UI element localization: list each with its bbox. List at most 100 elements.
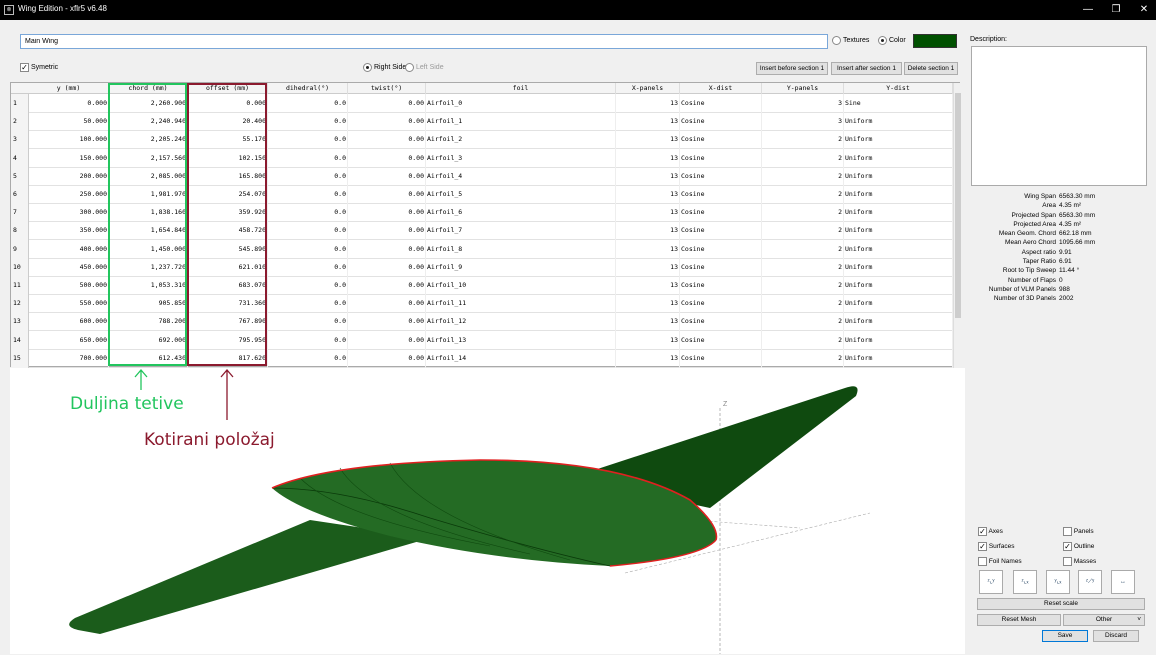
table-cell[interactable]: 13 [616, 166, 680, 186]
table-cell[interactable]: 0.00 [348, 312, 426, 332]
table-cell[interactable]: 0.0 [268, 348, 348, 368]
table-cell[interactable]: Cosine [680, 166, 762, 186]
table-cell[interactable]: 500.000 [29, 276, 109, 295]
table-cell[interactable]: 0.0 [268, 203, 348, 223]
table-cell[interactable]: 2 [762, 221, 844, 241]
table-cell[interactable]: Airfoil_2 [426, 130, 616, 150]
left-side-radio-circle[interactable] [405, 63, 414, 72]
table-cell[interactable]: Cosine [680, 130, 762, 150]
table-cell[interactable]: 50.000 [29, 112, 109, 132]
table-cell[interactable]: 0.00 [348, 221, 426, 241]
table-cell[interactable]: Cosine [680, 94, 762, 113]
insert-before-button[interactable]: Insert before section 1 [756, 62, 828, 75]
color-swatch-button[interactable] [913, 34, 957, 48]
table-cell[interactable]: 0.0 [268, 148, 348, 168]
outline-checkbox[interactable]: ✓ Outline [1063, 542, 1094, 551]
rotate-180-view-icon[interactable]: ↔ [1111, 570, 1135, 594]
table-cell[interactable]: Uniform [844, 257, 953, 277]
masses-check-box[interactable] [1063, 557, 1072, 566]
table-cell[interactable]: Cosine [680, 348, 762, 368]
table-cell[interactable]: 2 [762, 257, 844, 277]
table-cell[interactable]: 13 [616, 239, 680, 259]
table-cell[interactable]: 0.0 [268, 112, 348, 132]
table-cell[interactable]: 0.00 [348, 294, 426, 314]
axes-check-box[interactable]: ✓ [978, 527, 987, 536]
table-cell[interactable]: 13 [616, 185, 680, 204]
table-cell[interactable]: 13 [616, 148, 680, 168]
table-cell[interactable]: 700.000 [29, 348, 109, 368]
table-cell[interactable]: Cosine [680, 257, 762, 277]
minimize-icon[interactable]: — [1074, 0, 1102, 20]
table-cell[interactable]: Cosine [680, 312, 762, 332]
save-button[interactable]: Save [1042, 630, 1088, 642]
table-cell[interactable]: 2 [762, 239, 844, 259]
table-cell[interactable]: 13 [616, 312, 680, 332]
table-header-8[interactable]: Y-panels [762, 83, 844, 94]
table-header-6[interactable]: X-panels [616, 83, 680, 94]
table-cell[interactable]: 2 [762, 148, 844, 168]
table-cell[interactable]: Airfoil_6 [426, 203, 616, 223]
scrollbar-thumb[interactable] [955, 93, 961, 318]
table-cell[interactable]: Cosine [680, 148, 762, 168]
table-cell[interactable]: Cosine [680, 294, 762, 314]
table-cell[interactable]: 13 [616, 294, 680, 314]
table-cell[interactable]: 600.000 [29, 312, 109, 332]
zx-view-icon[interactable]: ʸ⌞ₓ [1046, 570, 1070, 594]
surfaces-check-box[interactable]: ✓ [978, 542, 987, 551]
table-cell[interactable]: 0.00 [348, 203, 426, 223]
table-cell[interactable]: Uniform [844, 166, 953, 186]
table-cell[interactable]: 350.000 [29, 221, 109, 241]
table-cell[interactable]: Uniform [844, 221, 953, 241]
table-cell[interactable]: Uniform [844, 239, 953, 259]
table-cell[interactable]: Sine [844, 94, 953, 113]
discard-button[interactable]: Discard [1093, 630, 1139, 642]
table-header-7[interactable]: X-dist [680, 83, 762, 94]
iso-view-icon[interactable]: ᶻ⟋ʸ [1078, 570, 1102, 594]
table-cell[interactable]: 2 [762, 166, 844, 186]
table-cell[interactable]: 0.00 [348, 130, 426, 150]
table-cell[interactable]: Airfoil_3 [426, 148, 616, 168]
table-cell[interactable]: 0.00 [348, 166, 426, 186]
yx-view-icon[interactable]: ᶻ⌞ₓ [1013, 570, 1037, 594]
table-cell[interactable]: Uniform [844, 330, 953, 350]
table-cell[interactable]: Airfoil_0 [426, 94, 616, 113]
table-cell[interactable]: 3 [762, 112, 844, 132]
table-cell[interactable]: 200.000 [29, 166, 109, 186]
table-cell[interactable]: Airfoil_8 [426, 239, 616, 259]
table-cell[interactable]: 0.00 [348, 185, 426, 204]
restore-icon[interactable]: ❐ [1102, 0, 1130, 20]
table-cell[interactable]: Airfoil_7 [426, 221, 616, 241]
table-cell[interactable]: Cosine [680, 330, 762, 350]
reset-mesh-button[interactable]: Reset Mesh [977, 614, 1061, 626]
table-cell[interactable]: 13 [616, 94, 680, 113]
table-header-5[interactable]: foil [426, 83, 616, 94]
table-cell[interactable]: Airfoil_5 [426, 185, 616, 204]
table-scrollbar[interactable] [953, 83, 961, 368]
table-cell[interactable]: 0.00 [348, 330, 426, 350]
left-side-radio[interactable]: Left Side [405, 63, 444, 72]
table-cell[interactable]: 2 [762, 185, 844, 204]
table-cell[interactable]: Cosine [680, 185, 762, 204]
delete-section-button[interactable]: Delete section 1 [904, 62, 958, 75]
table-cell[interactable]: 650.000 [29, 330, 109, 350]
table-cell[interactable]: 550.000 [29, 294, 109, 314]
reset-scale-button[interactable]: Reset scale [977, 598, 1145, 610]
table-cell[interactable]: 2 [762, 312, 844, 332]
table-cell[interactable]: 2 [762, 203, 844, 223]
table-cell[interactable]: Airfoil_13 [426, 330, 616, 350]
description-textarea[interactable] [971, 46, 1147, 186]
panels-check-box[interactable] [1063, 527, 1072, 536]
textures-radio-circle[interactable] [832, 36, 841, 45]
table-cell[interactable]: 13 [616, 276, 680, 295]
color-radio[interactable]: Color [878, 36, 906, 45]
symetric-checkbox[interactable]: ✓ Symetric [20, 63, 58, 72]
table-cell[interactable]: 100.000 [29, 130, 109, 150]
table-cell[interactable]: 0.00 [348, 112, 426, 132]
table-cell[interactable]: 0.0 [268, 257, 348, 277]
table-header-0[interactable]: y (mm) [29, 83, 109, 94]
table-cell[interactable]: 2 [762, 294, 844, 314]
table-cell[interactable]: 13 [616, 257, 680, 277]
table-cell[interactable]: 13 [616, 348, 680, 368]
table-cell[interactable]: 450.000 [29, 257, 109, 277]
close-icon[interactable]: ✕ [1130, 0, 1156, 20]
